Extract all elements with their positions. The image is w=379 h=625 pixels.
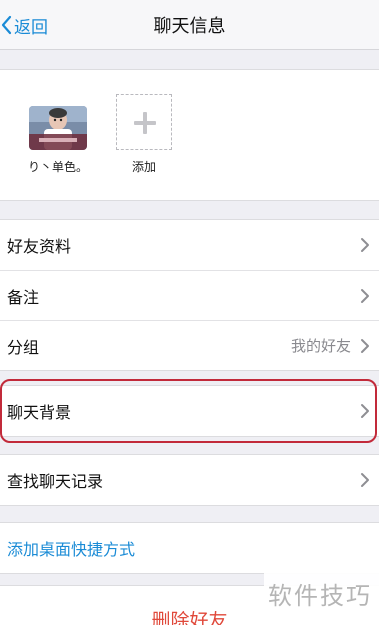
chevron-right-icon xyxy=(360,288,370,308)
avatar[interactable] xyxy=(29,106,87,150)
row-label: 查找聊天记录 xyxy=(7,472,104,491)
friend-profile-row[interactable]: 好友资料 xyxy=(0,220,379,270)
navigation-bar: 返回 聊天信息 xyxy=(0,0,379,50)
member-section: り丶单色。 添加 xyxy=(0,69,379,201)
row-label: 好友资料 xyxy=(7,237,72,256)
chat-background-row[interactable]: 聊天背景 xyxy=(0,386,379,436)
row-label: 聊天背景 xyxy=(7,403,72,422)
page-title: 聊天信息 xyxy=(153,16,226,37)
chevron-right-icon xyxy=(360,237,370,257)
background-group: 聊天背景 xyxy=(0,385,379,437)
remark-row[interactable]: 备注 xyxy=(0,270,379,320)
group-row[interactable]: 分组 我的好友 xyxy=(0,320,379,370)
shortcut-group: 添加桌面快捷方式 xyxy=(0,522,379,574)
chevron-right-icon xyxy=(360,403,370,423)
add-shortcut-row[interactable]: 添加桌面快捷方式 xyxy=(0,523,379,573)
row-label: 分组 xyxy=(7,337,40,357)
add-member-button[interactable] xyxy=(116,94,172,150)
history-group: 查找聊天记录 xyxy=(0,454,379,506)
search-history-row[interactable]: 查找聊天记录 xyxy=(0,455,379,505)
settings-group: 好友资料 备注 分组 我的好友 xyxy=(0,219,379,371)
member-name: り丶单色。 xyxy=(27,160,88,174)
watermark: 软件技巧 xyxy=(264,570,379,625)
group-value: 我的好友 xyxy=(290,337,351,355)
add-shortcut-link[interactable]: 添加桌面快捷方式 xyxy=(7,536,135,560)
add-member-label: 添加 xyxy=(131,160,156,174)
watermark-text: 软件技巧 xyxy=(268,582,372,610)
row-label: 备注 xyxy=(7,287,40,307)
chevron-right-icon xyxy=(360,338,370,358)
member-item[interactable]: り丶单色。 xyxy=(23,94,93,175)
chevron-right-icon xyxy=(360,472,370,492)
add-member[interactable]: 添加 xyxy=(109,94,179,175)
